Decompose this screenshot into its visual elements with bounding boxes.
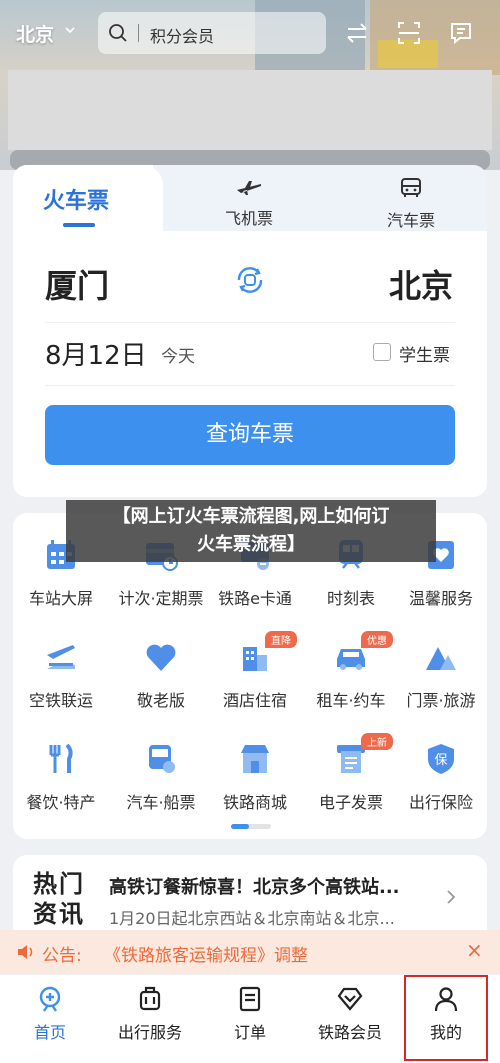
service-label: 计次·定期票 <box>118 589 204 608</box>
service-badge: 上新 <box>361 733 393 750</box>
service-badge: 优惠 <box>361 631 393 648</box>
bus-icon <box>149 745 175 773</box>
speaker-icon <box>18 945 33 959</box>
service-label: 餐饮·特产 <box>26 793 96 812</box>
service-label: 酒店住宿 <box>222 691 287 710</box>
announcement-bar[interactable]: 公告: 《铁路旅客运输规程》调整 × <box>0 930 500 974</box>
bottom-navigation: 首页 出行服务 订单 铁路会员 我的 <box>0 974 500 1063</box>
airplane-icon <box>237 181 261 195</box>
date-hint: 今天 <box>161 347 195 367</box>
divider <box>45 385 455 386</box>
service-e-invoice[interactable]: 上新 电子发票 <box>303 733 399 813</box>
service-label: 敬老版 <box>136 691 185 710</box>
nav-label: 出行服务 <box>117 1023 182 1042</box>
announcement-prefix: 公告: <box>42 946 82 966</box>
nav-label: 首页 <box>33 1023 66 1042</box>
service-label: 铁路e卡通 <box>218 589 292 608</box>
cutlery-icon <box>49 743 73 773</box>
tab-train[interactable]: 火车票 <box>13 165 163 231</box>
service-car-rental[interactable]: 优惠 租车·约车 <box>303 631 399 711</box>
tab-bus[interactable]: 汽车票 <box>373 177 449 231</box>
top-bar: 北京 积分会员 <box>0 12 500 54</box>
service-hotel[interactable]: 直降 酒店住宿 <box>207 631 303 711</box>
query-tickets-button[interactable]: 查询车票 <box>45 405 455 465</box>
service-label: 电子发票 <box>318 793 383 812</box>
news-title: 高铁订餐新惊喜！北京多个高铁站... <box>109 877 400 898</box>
booking-card: 火车票 飞机票 汽车票 厦门 北京 8月12日 今天 学生票 查询车票 <box>13 165 487 497</box>
service-air-rail[interactable]: 空铁联运 <box>13 639 109 711</box>
service-label: 时刻表 <box>326 589 375 608</box>
service-badge: 直降 <box>265 631 297 648</box>
message-icon[interactable] <box>448 20 474 46</box>
close-icon[interactable]: × <box>466 938 483 962</box>
page-indicator-active <box>231 824 249 829</box>
nav-home[interactable]: 首页 <box>0 985 100 1043</box>
service-label: 租车·约车 <box>316 691 386 710</box>
redacted-area <box>8 70 492 150</box>
swap-stations-icon[interactable] <box>231 261 269 299</box>
bus-icon <box>401 178 421 197</box>
hot-news-tag: 热门 资讯 <box>33 870 85 928</box>
nav-orders[interactable]: 订单 <box>200 985 300 1043</box>
announcement-text: 《铁路旅客运输规程》调整 <box>104 946 308 966</box>
mountain-icon <box>426 647 456 670</box>
service-elderly[interactable]: 敬老版 <box>113 639 209 711</box>
service-label: 空铁联运 <box>28 691 93 710</box>
air-rail-icon <box>47 645 75 669</box>
service-label: 汽车·船票 <box>126 793 196 812</box>
service-rail-mall[interactable]: 铁路商城 <box>207 741 303 813</box>
hot-news-card[interactable]: 热门 资讯 高铁订餐新惊喜！北京多个高铁站... 1月20日起北京西站＆北京南站＆… <box>13 855 487 935</box>
service-label: 温馨服务 <box>408 589 473 608</box>
city-selector[interactable]: 北京 <box>16 20 54 47</box>
transfer-icon[interactable] <box>344 20 370 46</box>
luggage-icon <box>139 986 161 1011</box>
diamond-icon <box>337 987 363 1011</box>
nav-travel-services[interactable]: 出行服务 <box>100 985 200 1043</box>
article-title-overlay: 【网上订火车票流程图,网上如何订 火车票流程】 <box>66 500 436 562</box>
service-bus-ferry[interactable]: 汽车·船票 <box>113 741 209 813</box>
student-checkbox[interactable] <box>373 343 391 361</box>
service-tickets-tourism[interactable]: 门票·旅游 <box>393 639 489 711</box>
service-label: 出行保险 <box>408 793 473 812</box>
ticket-tabs: 火车票 飞机票 汽车票 <box>13 165 487 231</box>
search-bar[interactable]: 积分会员 <box>98 12 326 54</box>
chevron-down-icon <box>65 27 75 34</box>
service-label: 门票·旅游 <box>406 691 476 710</box>
service-label: 铁路商城 <box>222 793 287 812</box>
active-tab-indicator <box>63 223 95 227</box>
svg-text:保: 保 <box>434 753 447 768</box>
nav-label: 铁路会员 <box>317 1023 382 1042</box>
tab-bus-label: 汽车票 <box>386 211 435 230</box>
search-separator <box>138 24 139 42</box>
service-catering[interactable]: 餐饮·特产 <box>13 741 109 813</box>
nav-label: 订单 <box>233 1023 266 1042</box>
tab-plane[interactable]: 飞机票 <box>211 177 287 229</box>
heart-icon <box>146 644 176 671</box>
home-icon <box>39 986 61 1012</box>
chevron-right-icon <box>447 890 456 904</box>
tab-plane-label: 飞机票 <box>224 209 273 228</box>
tab-train-label: 火车票 <box>43 189 110 214</box>
shop-icon <box>241 745 269 773</box>
search-placeholder: 积分会员 <box>150 27 215 46</box>
departure-city[interactable]: 厦门 <box>45 261 109 307</box>
nav-rail-membership[interactable]: 铁路会员 <box>300 985 400 1043</box>
departure-date[interactable]: 8月12日 <box>45 335 147 372</box>
service-label: 车站大屏 <box>28 589 93 608</box>
insurance-icon: 保 <box>428 744 454 774</box>
order-list-icon <box>239 986 261 1012</box>
student-label: 学生票 <box>399 346 450 366</box>
service-insurance[interactable]: 保 出行保险 <box>393 741 489 813</box>
divider <box>45 322 455 323</box>
highlight-box <box>404 975 488 1061</box>
search-icon <box>109 24 127 42</box>
arrival-city[interactable]: 北京 <box>389 261 453 307</box>
page-indicator <box>231 824 271 829</box>
news-subtitle: 1月20日起北京西站＆北京南站＆北京... <box>109 909 395 928</box>
scan-icon[interactable] <box>396 20 422 46</box>
